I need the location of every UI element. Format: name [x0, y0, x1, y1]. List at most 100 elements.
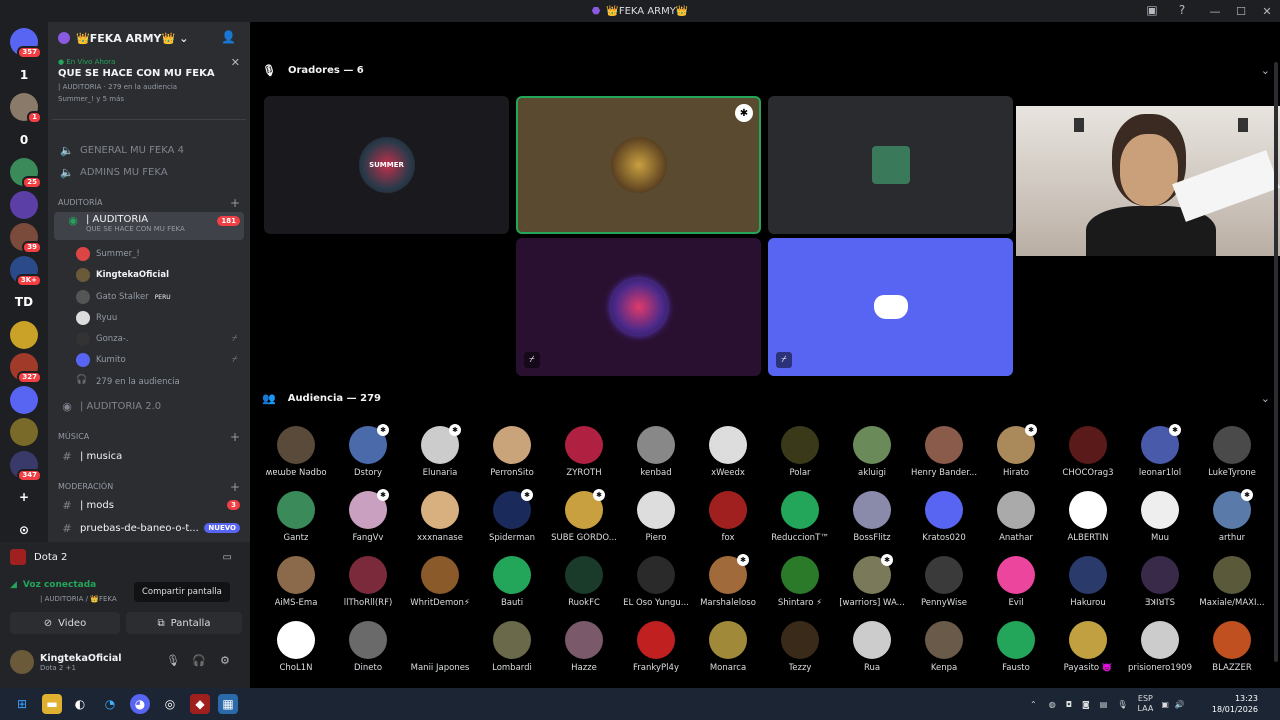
dota-icon[interactable]: ◆	[190, 694, 210, 714]
server-icon[interactable]: +	[10, 483, 38, 511]
speakers-header[interactable]: 🎙 Oradores — 6	[262, 64, 364, 77]
voice-status[interactable]: ◢ Voz conectada	[10, 580, 96, 590]
server-icon[interactable]: 347	[10, 450, 42, 482]
audience-member[interactable]: Muu	[1124, 491, 1196, 556]
start-icon[interactable]: ⊞	[12, 694, 32, 714]
audience-member[interactable]: Maxiale/MAXI...	[1196, 556, 1268, 621]
audience-member[interactable]: Henry Bander...	[908, 426, 980, 491]
server-icon[interactable]: 25	[10, 158, 42, 189]
audience-member[interactable]: Lombardi	[476, 621, 548, 686]
channel-auditoria[interactable]: ◉ | AUDITORIA QUE SE HACE CON MU FEKA 18…	[54, 212, 244, 240]
chevron-down-icon[interactable]: ⌄	[1261, 392, 1270, 405]
voice-member[interactable]: Summer_!	[76, 244, 140, 264]
audience-member[interactable]: ✱ Elunaria	[404, 424, 476, 491]
audience-member[interactable]: LukeTyrone	[1196, 426, 1268, 491]
chrome-icon[interactable]: ◎	[160, 694, 180, 714]
channel-mods[interactable]: # | mods 3	[48, 495, 250, 515]
server-icon[interactable]: 0	[10, 126, 38, 154]
close-icon[interactable]: ✕	[231, 56, 240, 69]
audience-member[interactable]: ✱ Spiderman	[476, 489, 548, 556]
audience-member[interactable]: prisionero1909	[1124, 621, 1196, 686]
speaker-tile[interactable]	[768, 96, 1013, 234]
audience-member[interactable]: xxxnanase	[404, 491, 476, 556]
server-icon[interactable]	[10, 418, 38, 446]
add-member-icon[interactable]: 👤	[221, 30, 236, 44]
tray-icon[interactable]: ▤	[1100, 700, 1108, 709]
voice-member[interactable]: Gato Stalker PERU	[76, 287, 171, 307]
audience-member[interactable]: ✱ [warriors] WA...	[836, 554, 908, 621]
audience-member[interactable]: Gantz	[260, 491, 332, 556]
user-row[interactable]: KingtekaOficial Dota 2 +1 🎙 🎧 ⚙	[10, 646, 242, 678]
channel-general[interactable]: 🔈 GENERAL MU FEKA 4	[48, 140, 250, 160]
microphone-icon[interactable]: 🎙	[1117, 700, 1127, 709]
channel-admins[interactable]: 🔈 ADMINS MU FEKA	[48, 162, 250, 182]
audience-member[interactable]: Payasito 👿	[1052, 621, 1124, 686]
audience-member[interactable]: BossFlitz	[836, 491, 908, 556]
volume-icon[interactable]: 🔊	[1175, 700, 1185, 709]
server-icon[interactable]: 357	[10, 28, 42, 59]
audience-member[interactable]: ✱ Marshaleloso	[692, 554, 764, 621]
speaker-tile[interactable]: SUMMER	[264, 96, 509, 234]
voice-member[interactable]: KingtekaOficial	[76, 265, 169, 285]
speaker-tile[interactable]: ⌿	[768, 238, 1013, 376]
scrollbar[interactable]	[1274, 62, 1278, 662]
minimize-button[interactable]: —	[1202, 5, 1228, 18]
language-indicator[interactable]: ESP LAA	[1138, 694, 1154, 714]
category-auditoria[interactable]: AUDITORÍA	[58, 198, 102, 207]
category-musica[interactable]: MÚSICA	[58, 432, 89, 441]
channel-pruebas[interactable]: # pruebas-de-baneo-o-t... NUEVO	[48, 518, 250, 538]
audience-member[interactable]: Kratos020	[908, 491, 980, 556]
audience-member[interactable]: Anathar	[980, 491, 1052, 556]
audience-member[interactable]: Fausto	[980, 621, 1052, 686]
clock[interactable]: 13:23 18/01/2026	[1212, 693, 1258, 715]
audience-member[interactable]: ✱ FangVv	[332, 489, 404, 556]
audience-member[interactable]: Hakurou	[1052, 556, 1124, 621]
server-icon[interactable]: TD	[10, 288, 38, 316]
server-icon[interactable]: 1	[10, 61, 38, 89]
audience-member[interactable]: Polar	[764, 426, 836, 491]
maximize-button[interactable]: ☐	[1228, 5, 1254, 18]
audience-member[interactable]: ✱ Dstory	[332, 424, 404, 491]
server-icon[interactable]	[10, 385, 38, 414]
server-icon[interactable]: 39	[10, 223, 42, 254]
server-icon[interactable]	[10, 320, 38, 349]
audience-member[interactable]: ƎꓘIꓤTS	[1124, 556, 1196, 621]
audience-member[interactable]: ✱ SUBE GORDO...	[548, 489, 620, 556]
audience-member[interactable]: Hazze	[548, 621, 620, 686]
audience-member[interactable]: kenbad	[620, 426, 692, 491]
server-icon[interactable]: ⊙	[10, 516, 38, 544]
server-icon[interactable]	[10, 190, 38, 219]
system-tray[interactable]: ⌃ ◍ ◘ ◙ ▤ 🎙 ESP LAA ▣ 🔊	[1030, 688, 1185, 720]
add-channel-icon[interactable]: +	[230, 430, 240, 444]
audience-member[interactable]: PennyWise	[908, 556, 980, 621]
audience-member[interactable]: BLAZZER	[1196, 621, 1268, 686]
channel-musica[interactable]: # | musica	[48, 446, 250, 466]
audience-member[interactable]: CHOCOrag3	[1052, 426, 1124, 491]
microphone-icon[interactable]: 🎙	[166, 654, 180, 667]
add-channel-icon[interactable]: +	[230, 196, 240, 210]
audience-member[interactable]: llThoRll(RF)	[332, 556, 404, 621]
audience-member[interactable]: fox	[692, 491, 764, 556]
category-moderacion[interactable]: MODERACIÓN	[58, 482, 113, 491]
voice-member[interactable]: Ryuu	[76, 308, 117, 328]
chevron-down-icon[interactable]: ⌄	[1261, 64, 1270, 77]
live-stage-card[interactable]: ● En Vivo Ahora QUE SE HACE CON MU FEKA …	[52, 54, 246, 120]
audience-member[interactable]: ✱ Hirato	[980, 424, 1052, 491]
audience-member[interactable]: akluigi	[836, 426, 908, 491]
audience-member[interactable]: ZYROTH	[548, 426, 620, 491]
audience-member[interactable]: Piero	[620, 491, 692, 556]
audience-member[interactable]: Evil	[980, 556, 1052, 621]
channel-auditoria2[interactable]: ◉ | AUDITORIA 2.0	[48, 396, 250, 416]
help-icon[interactable]: ?	[1174, 3, 1190, 19]
audience-member[interactable]: Dineto	[332, 621, 404, 686]
edge-icon[interactable]: ◔	[100, 694, 120, 714]
voice-member[interactable]: 🎧 279 en la audiencia	[76, 372, 180, 392]
screen-icon[interactable]: ▭	[223, 552, 232, 563]
headphones-icon[interactable]: 🎧	[192, 654, 206, 667]
voice-member[interactable]: Kumito ⌿	[76, 350, 237, 370]
voice-member[interactable]: Gonza-. ⌿	[76, 329, 237, 349]
calculator-icon[interactable]: ▦	[218, 694, 238, 714]
explorer-icon[interactable]: ▬	[42, 694, 62, 714]
audience-member[interactable]: PerronSito	[476, 426, 548, 491]
speaker-tile[interactable]: ⌿	[516, 238, 761, 376]
